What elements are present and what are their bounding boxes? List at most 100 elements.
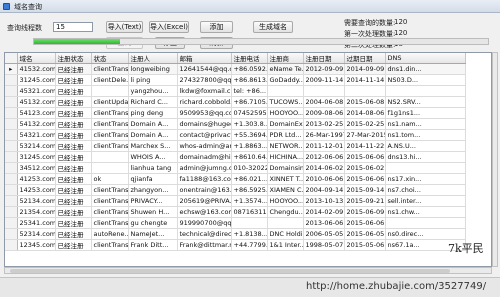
- table-cell[interactable]: 已经注册: [55, 206, 92, 218]
- table-cell[interactable]: 12345.com: [17, 239, 56, 251]
- table-cell[interactable]: DomainEx...: [267, 118, 304, 130]
- table-cell[interactable]: 2014-11-22: [344, 140, 386, 152]
- table-cell[interactable]: 52134.com: [17, 195, 56, 207]
- table-cell[interactable]: 31245.com: [17, 74, 56, 86]
- table-cell[interactable]: Shuwen H...: [128, 206, 178, 218]
- table-cell[interactable]: Domain A...: [128, 129, 178, 141]
- table-cell[interactable]: contact@privacy...: [177, 129, 232, 141]
- table-cell[interactable]: 2011-12-01: [303, 140, 345, 152]
- column-header[interactable]: 状态: [91, 53, 129, 64]
- table-cell[interactable]: +44.7799...: [231, 239, 268, 251]
- add-button[interactable]: 添加: [200, 21, 233, 33]
- table-cell[interactable]: Frank@dittmar.net: [177, 239, 232, 251]
- table-cell[interactable]: ns1.nam...: [385, 118, 466, 130]
- table-cell[interactable]: 已经注册: [55, 107, 92, 119]
- table-cell[interactable]: ok: [91, 173, 129, 185]
- table-cell[interactable]: [303, 85, 345, 97]
- table-cell[interactable]: 已经注册: [55, 228, 92, 240]
- table-cell[interactable]: 2012-09-09: [303, 63, 345, 75]
- table-cell[interactable]: clientTrans...: [91, 195, 129, 207]
- table-cell[interactable]: 2014-11-14: [344, 74, 386, 86]
- import-text-button[interactable]: 导入(Text): [106, 21, 143, 33]
- table-cell[interactable]: [91, 85, 129, 97]
- column-header[interactable]: 注册电话: [231, 53, 268, 64]
- table-cell[interactable]: 已经注册: [55, 140, 92, 152]
- table-row[interactable]: 41253.com已经注册okqjianfafa1188@163.com+86.…: [5, 173, 466, 185]
- horizontal-scroll-thumb[interactable]: [10, 269, 450, 273]
- table-cell[interactable]: tel: +86...: [231, 85, 268, 97]
- table-cell[interactable]: ns1.chw...: [385, 206, 466, 218]
- row-header[interactable]: [5, 217, 18, 229]
- table-cell[interactable]: 已经注册: [55, 151, 92, 163]
- table-cell[interactable]: +1.303.8...: [231, 118, 268, 130]
- column-header[interactable]: 邮箱: [177, 53, 232, 64]
- table-cell[interactable]: ns1.tom...: [385, 129, 466, 141]
- table-cell[interactable]: 2015-06-09: [344, 206, 386, 218]
- table-row[interactable]: 54123.com已经注册clientTrans...ping deng9509…: [5, 107, 466, 119]
- table-cell[interactable]: [91, 151, 129, 163]
- table-cell[interactable]: clientTrans...: [91, 129, 129, 141]
- table-row[interactable]: 54321.com已经注册clientTrans...Domain A...co…: [5, 129, 466, 141]
- table-cell[interactable]: ns0.direc...: [385, 228, 466, 240]
- table-cell[interactable]: 2012-06-06: [303, 151, 345, 163]
- table-cell[interactable]: 2015-06-06: [344, 217, 386, 229]
- thread-count-input[interactable]: 15: [53, 22, 93, 32]
- results-grid[interactable]: 域名 注册状态 状态 注册人 邮箱 注册电话 注册商 注册日期 过期日期 DNS ▸ 41532.c…: [4, 52, 492, 267]
- table-row[interactable]: 12345.com已经注册clientTrans...Frank Ditt...…: [5, 239, 466, 251]
- table-cell[interactable]: [231, 217, 268, 229]
- table-cell[interactable]: XIAMEN C...: [267, 184, 304, 196]
- row-header[interactable]: [5, 118, 18, 130]
- table-cell[interactable]: clientTrans...: [91, 63, 129, 75]
- table-cell[interactable]: 54123.com: [17, 107, 56, 119]
- table-cell[interactable]: 27-Mar-2015: [344, 129, 386, 141]
- table-cell[interactable]: ns7.choi...: [385, 184, 466, 196]
- table-cell[interactable]: 9509953@qq.com: [177, 107, 232, 119]
- table-cell[interactable]: 2013-10-13: [303, 195, 345, 207]
- row-header[interactable]: [5, 140, 18, 152]
- table-cell[interactable]: 2013-02-25: [303, 118, 345, 130]
- table-cell[interactable]: +86.8613...: [231, 74, 268, 86]
- table-cell[interactable]: [385, 162, 466, 174]
- table-cell[interactable]: clientTrans...: [91, 184, 129, 196]
- table-cell[interactable]: HOOYOO...: [267, 107, 304, 119]
- table-cell[interactable]: 52314.com: [17, 228, 56, 240]
- row-header[interactable]: [5, 195, 18, 207]
- table-cell[interactable]: 已经注册: [55, 239, 92, 251]
- table-cell[interactable]: 2013-06-06: [303, 217, 345, 229]
- table-cell[interactable]: 已经注册: [55, 74, 92, 86]
- column-header[interactable]: DNS: [385, 53, 466, 64]
- row-header[interactable]: [5, 107, 18, 119]
- table-row[interactable]: 52134.com已经注册clientTrans...PRIVACY...205…: [5, 195, 466, 207]
- table-cell[interactable]: +86.0592...: [231, 63, 268, 75]
- table-cell[interactable]: 2015-05-06: [344, 239, 386, 251]
- table-cell[interactable]: XINNET T...: [267, 173, 304, 185]
- table-cell[interactable]: [385, 217, 466, 229]
- table-cell[interactable]: TUCOWS...: [267, 96, 304, 108]
- table-cell[interactable]: 26-Mar-1997: [303, 129, 345, 141]
- table-cell[interactable]: 53214.com: [17, 140, 56, 152]
- row-header[interactable]: [5, 85, 18, 97]
- table-cell[interactable]: 2004-09-14: [303, 184, 345, 196]
- table-cell[interactable]: clientTrans...: [91, 217, 129, 229]
- row-header[interactable]: [5, 239, 18, 251]
- table-cell[interactable]: 54321.com: [17, 129, 56, 141]
- table-cell[interactable]: richard.cobbold...: [177, 96, 232, 108]
- table-cell[interactable]: 2015-06-06: [344, 151, 386, 163]
- table-cell[interactable]: 2015-06-06: [344, 173, 386, 185]
- table-cell[interactable]: clientDele...: [91, 74, 129, 86]
- table-cell[interactable]: 已经注册: [55, 129, 92, 141]
- table-cell[interactable]: whos-admin@ar...: [177, 140, 232, 152]
- table-cell[interactable]: [267, 85, 304, 97]
- table-cell[interactable]: 2015-06-05: [344, 228, 386, 240]
- table-row[interactable]: 53214.com已经注册clientTrans...Marchex S...w…: [5, 140, 466, 152]
- table-cell[interactable]: clientTrans...: [91, 107, 129, 119]
- table-cell[interactable]: echsw@163.com: [177, 206, 232, 218]
- table-cell[interactable]: eName Te...: [267, 63, 304, 75]
- table-cell[interactable]: ns17.xin...: [385, 173, 466, 185]
- table-cell[interactable]: WHOIS A...: [128, 151, 178, 163]
- horizontal-scrollbar[interactable]: [4, 267, 492, 274]
- import-excel-button[interactable]: 导入(Excel): [149, 21, 189, 33]
- table-cell[interactable]: clientTrans...: [91, 206, 129, 218]
- table-cell[interactable]: 2014-06-02: [303, 162, 345, 174]
- table-cell[interactable]: dns1.din...: [385, 63, 466, 75]
